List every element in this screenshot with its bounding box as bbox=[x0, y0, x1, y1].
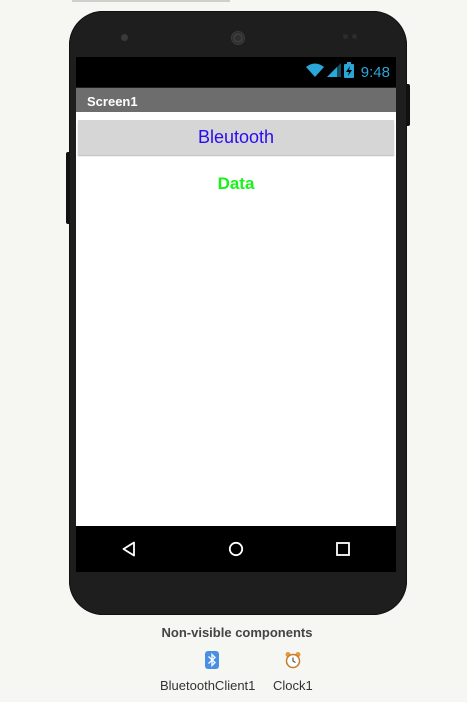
battery-icon bbox=[343, 61, 354, 83]
status-bar: 9:48 bbox=[76, 57, 396, 87]
camera-icon bbox=[121, 34, 128, 41]
back-icon[interactable] bbox=[109, 529, 149, 569]
non-visible-title: Non-visible components bbox=[161, 625, 313, 640]
divider bbox=[72, 0, 230, 2]
component-clock1[interactable]: Clock1 bbox=[273, 678, 313, 693]
recents-icon[interactable] bbox=[323, 529, 363, 569]
sensor-icon bbox=[343, 34, 359, 39]
data-label: Data bbox=[217, 174, 255, 193]
component-bluetoothclient1[interactable]: BluetoothClient1 bbox=[160, 678, 255, 693]
bluetooth-icon[interactable] bbox=[203, 651, 221, 669]
home-icon[interactable] bbox=[216, 529, 256, 569]
navigation-bar bbox=[76, 526, 396, 572]
speaker-icon bbox=[231, 31, 245, 45]
wifi-icon bbox=[305, 63, 324, 82]
screen-content: Bleutooth Data bbox=[76, 112, 396, 526]
signal-icon bbox=[326, 62, 341, 82]
screen-title: Screen1 bbox=[76, 88, 396, 112]
designer-viewer: 9:48 Screen1 Bleutooth Data Non-visible … bbox=[0, 0, 467, 702]
clock-icon[interactable] bbox=[284, 651, 302, 669]
status-time: 9:48 bbox=[360, 63, 390, 81]
bluetooth-button[interactable]: Bleutooth bbox=[78, 120, 394, 155]
